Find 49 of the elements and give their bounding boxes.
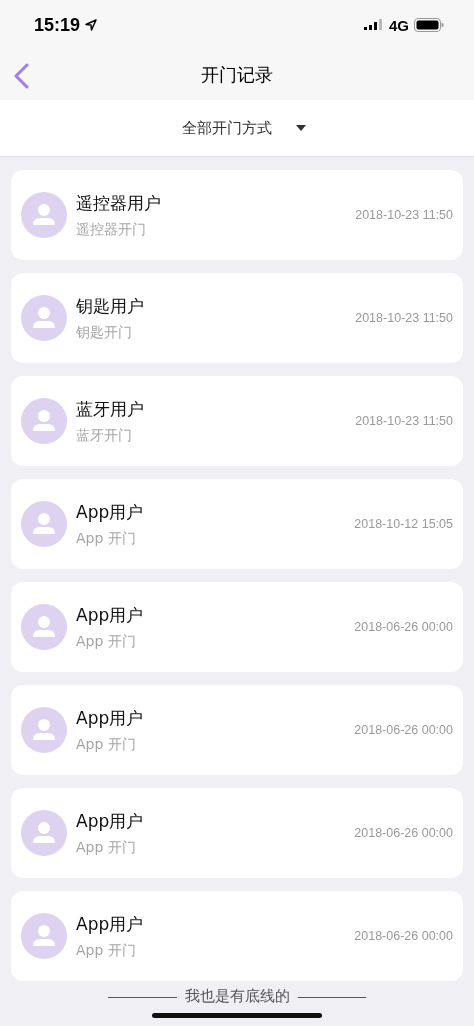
network-label: 4G: [389, 16, 409, 34]
unlock-method: App 开门: [76, 838, 137, 857]
record-card[interactable]: App用户 App 开门 2018-06-26 00:00: [11, 891, 463, 981]
unlock-method: App 开门: [76, 632, 137, 651]
avatar-icon: [21, 707, 67, 753]
user-name: App用户: [76, 809, 145, 833]
record-time: 2018-06-26 00:00: [354, 929, 453, 943]
record-card[interactable]: App用户 App 开门 2018-06-26 00:00: [11, 685, 463, 775]
user-name: App用户: [76, 912, 145, 936]
record-time: 2018-10-23 11:50: [355, 414, 453, 428]
end-of-list-text: 我也是有底线的: [176, 987, 298, 1006]
location-arrow-icon: [85, 19, 98, 31]
record-time: 2018-10-12 15:05: [354, 517, 453, 531]
unlock-method: App 开门: [76, 941, 137, 960]
unlock-method: App 开门: [76, 735, 137, 754]
filter-dropdown[interactable]: 全部开门方式: [176, 114, 312, 142]
record-card[interactable]: 遥控器用户 遥控器开门 2018-10-23 11:50: [11, 170, 463, 260]
battery-icon: [414, 18, 444, 32]
avatar-icon: [21, 501, 67, 547]
unlock-method: 钥匙开门: [76, 323, 133, 342]
avatar-icon: [21, 604, 67, 650]
page-title: 开门记录: [201, 63, 273, 87]
record-card[interactable]: App用户 App 开门 2018-10-12 15:05: [11, 479, 463, 569]
avatar-icon: [21, 810, 67, 856]
record-time: 2018-06-26 00:00: [354, 826, 453, 840]
record-time: 2018-10-23 11:50: [355, 311, 453, 325]
record-time: 2018-10-23 11:50: [355, 208, 453, 222]
user-name: 钥匙用户: [76, 294, 145, 318]
unlock-method: App 开门: [76, 529, 137, 548]
caret-icon: [296, 125, 306, 131]
record-card[interactable]: App用户 App 开门 2018-06-26 00:00: [11, 582, 463, 672]
record-card[interactable]: 钥匙用户 钥匙开门 2018-10-23 11:50: [11, 273, 463, 363]
record-card[interactable]: 蓝牙用户 蓝牙开门 2018-10-23 11:50: [11, 376, 463, 466]
record-time: 2018-06-26 00:00: [354, 620, 453, 634]
record-card[interactable]: App用户 App 开门 2018-06-26 00:00: [11, 788, 463, 878]
unlock-method: 蓝牙开门: [76, 426, 133, 445]
avatar-icon: [21, 192, 67, 238]
user-name: 遥控器用户: [76, 191, 162, 215]
user-name: 蓝牙用户: [76, 397, 145, 421]
avatar-icon: [21, 913, 67, 959]
status-time: 15:19: [34, 14, 81, 36]
avatar-icon: [21, 398, 67, 444]
record-time: 2018-06-26 00:00: [354, 723, 453, 737]
unlock-method: 遥控器开门: [76, 220, 147, 239]
signal-icon: [364, 19, 384, 31]
user-name: App用户: [76, 603, 145, 627]
avatar-icon: [21, 295, 67, 341]
user-name: App用户: [76, 500, 145, 524]
user-name: App用户: [76, 706, 145, 730]
